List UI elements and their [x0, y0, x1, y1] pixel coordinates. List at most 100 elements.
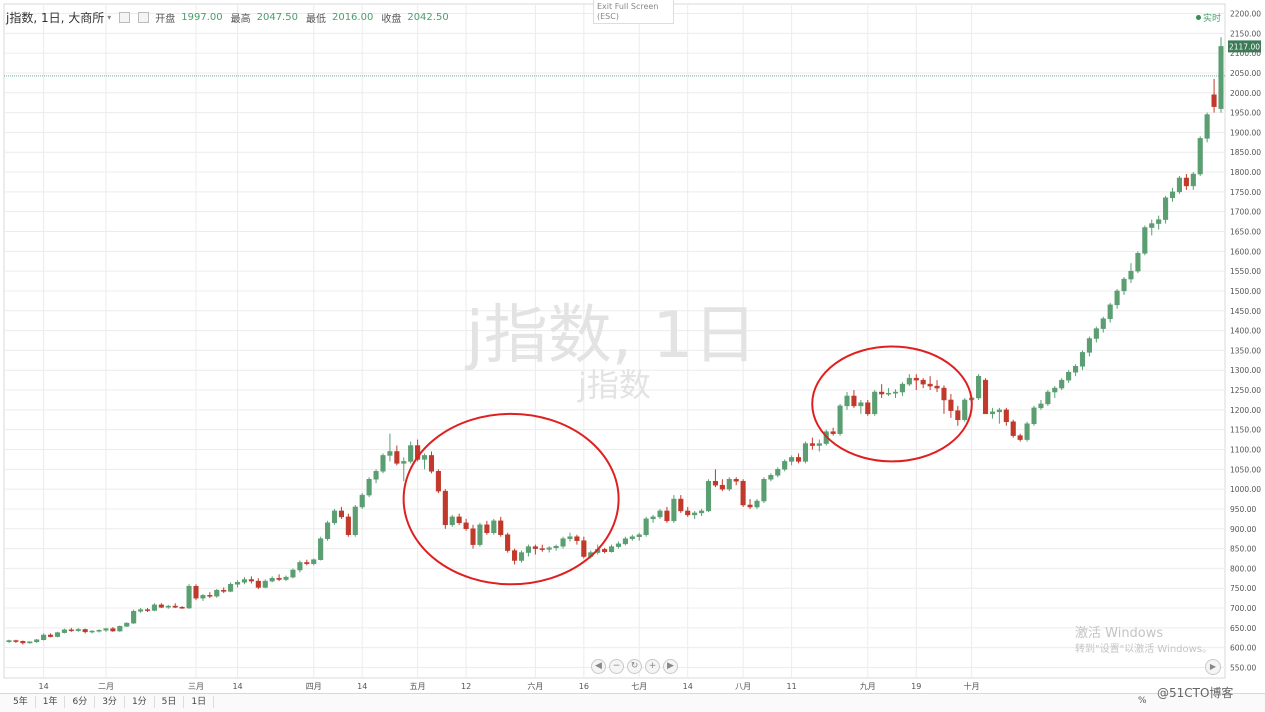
y-tick-label: 850.00	[1230, 545, 1256, 554]
candle-body	[394, 451, 400, 464]
candle-body	[54, 632, 61, 637]
candle-body	[290, 569, 296, 578]
timeframe-3m[interactable]: 3分	[95, 696, 125, 708]
candle-body	[124, 622, 130, 627]
candle-body	[546, 547, 552, 550]
indicator-icon[interactable]	[138, 12, 150, 23]
candle-body	[955, 410, 961, 421]
candle-body	[865, 402, 871, 415]
candle-body	[89, 630, 95, 633]
candle-body	[712, 480, 718, 486]
scroll-left-icon[interactable]: ◀	[591, 659, 606, 674]
candle-body	[138, 609, 144, 612]
candle-body	[802, 443, 809, 462]
timeframe-5d[interactable]: 5日	[155, 696, 185, 708]
candle-body	[532, 546, 538, 549]
zoom-out-icon[interactable]: −	[609, 659, 624, 674]
y-tick-label: 1600.00	[1230, 247, 1261, 256]
candle-body	[726, 478, 732, 490]
candle-body	[131, 610, 137, 624]
candle-body	[747, 504, 753, 508]
y-tick-label: 750.00	[1230, 584, 1256, 593]
candle-body	[117, 626, 123, 632]
x-tick-label: 九月	[860, 682, 876, 691]
candle-body	[221, 589, 227, 592]
chevron-down-icon[interactable]: ▾	[107, 13, 111, 22]
x-tick-label: 12	[461, 682, 471, 691]
candle-body	[61, 629, 67, 633]
timeframe-5y[interactable]: 5年	[6, 696, 36, 708]
y-tick-label: 1050.00	[1230, 465, 1261, 474]
high-label: 最高	[230, 14, 251, 25]
timeframe-1d[interactable]: 1日	[184, 696, 215, 708]
timeframe-6m[interactable]: 6分	[65, 696, 96, 708]
candle-body	[705, 480, 712, 512]
compare-icon[interactable]	[119, 12, 131, 23]
candle-body	[512, 550, 518, 561]
candle-body	[283, 576, 289, 580]
candle-body	[262, 580, 268, 588]
candle-body	[657, 510, 663, 518]
candle-body	[719, 484, 725, 490]
y-tick-label: 2150.00	[1230, 29, 1261, 38]
low-value: 2016.00	[331, 12, 374, 23]
y-tick-label: 950.00	[1230, 505, 1256, 514]
symbol-title[interactable]: j指数, 1日, 大商所	[6, 9, 104, 26]
candle-body	[13, 640, 19, 642]
x-tick-label: 十月	[964, 681, 980, 691]
candle-body	[477, 524, 483, 545]
candle-body	[927, 383, 933, 387]
reset-icon[interactable]: ↻	[627, 659, 642, 674]
candle-body	[664, 510, 670, 522]
candle-body	[491, 520, 497, 533]
open-label: 开盘	[155, 14, 176, 25]
y-tick-label: 1150.00	[1230, 426, 1261, 435]
candle-body	[1107, 304, 1113, 319]
candle-body	[193, 585, 199, 599]
candle-body	[553, 545, 559, 549]
candle-body	[1211, 94, 1217, 107]
candle-body	[470, 528, 476, 545]
candle-body	[581, 540, 587, 557]
candle-body	[6, 640, 12, 642]
x-tick-label: 四月	[306, 682, 322, 691]
candle-body	[567, 536, 573, 539]
timeframe-1y[interactable]: 1年	[36, 696, 66, 708]
windows-activation-hint: 转到"设置"以激活 Windows。	[1075, 644, 1213, 655]
candle-body	[982, 379, 989, 415]
percent-toggle[interactable]: %	[1138, 696, 1147, 706]
candle-body	[920, 379, 926, 385]
candle-body	[387, 451, 393, 456]
y-tick-label: 2050.00	[1230, 69, 1261, 78]
y-tick-label: 1950.00	[1230, 109, 1261, 118]
candle-body	[934, 385, 940, 389]
candle-body	[1024, 423, 1030, 440]
candle-body	[352, 506, 358, 535]
candle-body	[650, 516, 656, 520]
candle-body	[276, 578, 282, 580]
exit-fullscreen-button[interactable]: Exit Full Screen (ESC)	[593, 0, 674, 24]
candle-body	[899, 383, 905, 393]
candle-body	[518, 552, 525, 561]
candle-body	[615, 543, 622, 547]
candle-body	[207, 595, 213, 597]
y-tick-label: 1750.00	[1230, 188, 1261, 197]
x-tick-label: 19	[911, 682, 921, 691]
candle-body	[1003, 409, 1009, 423]
zoom-in-icon[interactable]: +	[645, 659, 660, 674]
timeframe-1m[interactable]: 1分	[125, 696, 155, 708]
scroll-right-icon[interactable]: ▶	[663, 659, 678, 674]
candle-body	[435, 471, 441, 492]
candle-body	[1031, 407, 1037, 424]
scroll-to-end-icon[interactable]: ▶	[1205, 659, 1221, 675]
candle-body	[442, 490, 448, 526]
candle-body	[733, 478, 739, 482]
y-tick-label: 1850.00	[1230, 148, 1261, 157]
candle-body	[782, 461, 788, 470]
y-tick-label: 1450.00	[1230, 307, 1261, 316]
candle-body	[1190, 173, 1196, 187]
candle-body	[179, 607, 185, 609]
candle-body	[1045, 391, 1051, 405]
candle-body	[103, 628, 109, 631]
candle-body	[1073, 366, 1079, 373]
